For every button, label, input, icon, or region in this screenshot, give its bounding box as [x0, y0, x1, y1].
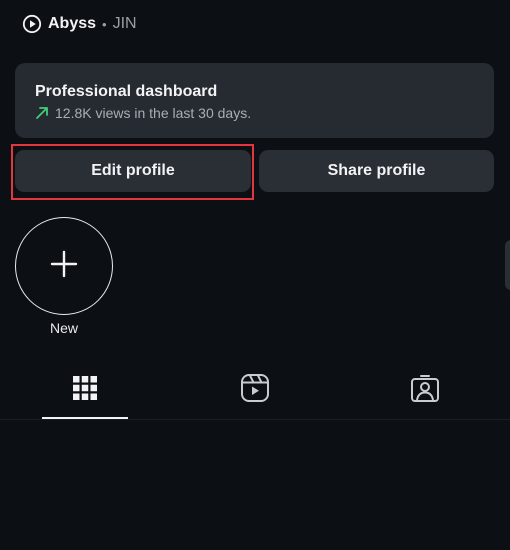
professional-dashboard-card[interactable]: Professional dashboard 12.8K views in th…	[15, 63, 494, 138]
tab-divider	[0, 419, 510, 420]
account-name: Abyss	[48, 15, 97, 32]
separator-dot: •	[102, 16, 107, 32]
dashboard-title: Professional dashboard	[35, 83, 218, 100]
dashboard-stats-text: 12.8K views in the last 30 days.	[55, 105, 252, 121]
new-highlight-label: New	[49, 320, 78, 336]
tab-tagged[interactable]	[410, 372, 440, 408]
account-header[interactable]: Abyss • JIN	[22, 14, 137, 34]
edit-profile-button[interactable]: Edit profile	[15, 150, 251, 192]
grid-icon	[72, 375, 98, 406]
play-circle-icon	[22, 14, 42, 34]
reels-icon	[240, 373, 270, 408]
tab-reels[interactable]	[240, 372, 270, 408]
sub-account-name: JIN	[112, 15, 137, 32]
share-profile-button[interactable]: Share profile	[259, 150, 494, 192]
dashboard-stats: 12.8K views in the last 30 days.	[35, 105, 474, 121]
tagged-person-icon	[410, 373, 440, 408]
next-highlight-edge[interactable]	[505, 240, 510, 290]
tab-grid[interactable]	[70, 372, 100, 408]
trend-up-arrow-icon	[35, 106, 49, 120]
plus-icon	[49, 249, 79, 284]
new-highlight-button[interactable]	[15, 217, 113, 315]
